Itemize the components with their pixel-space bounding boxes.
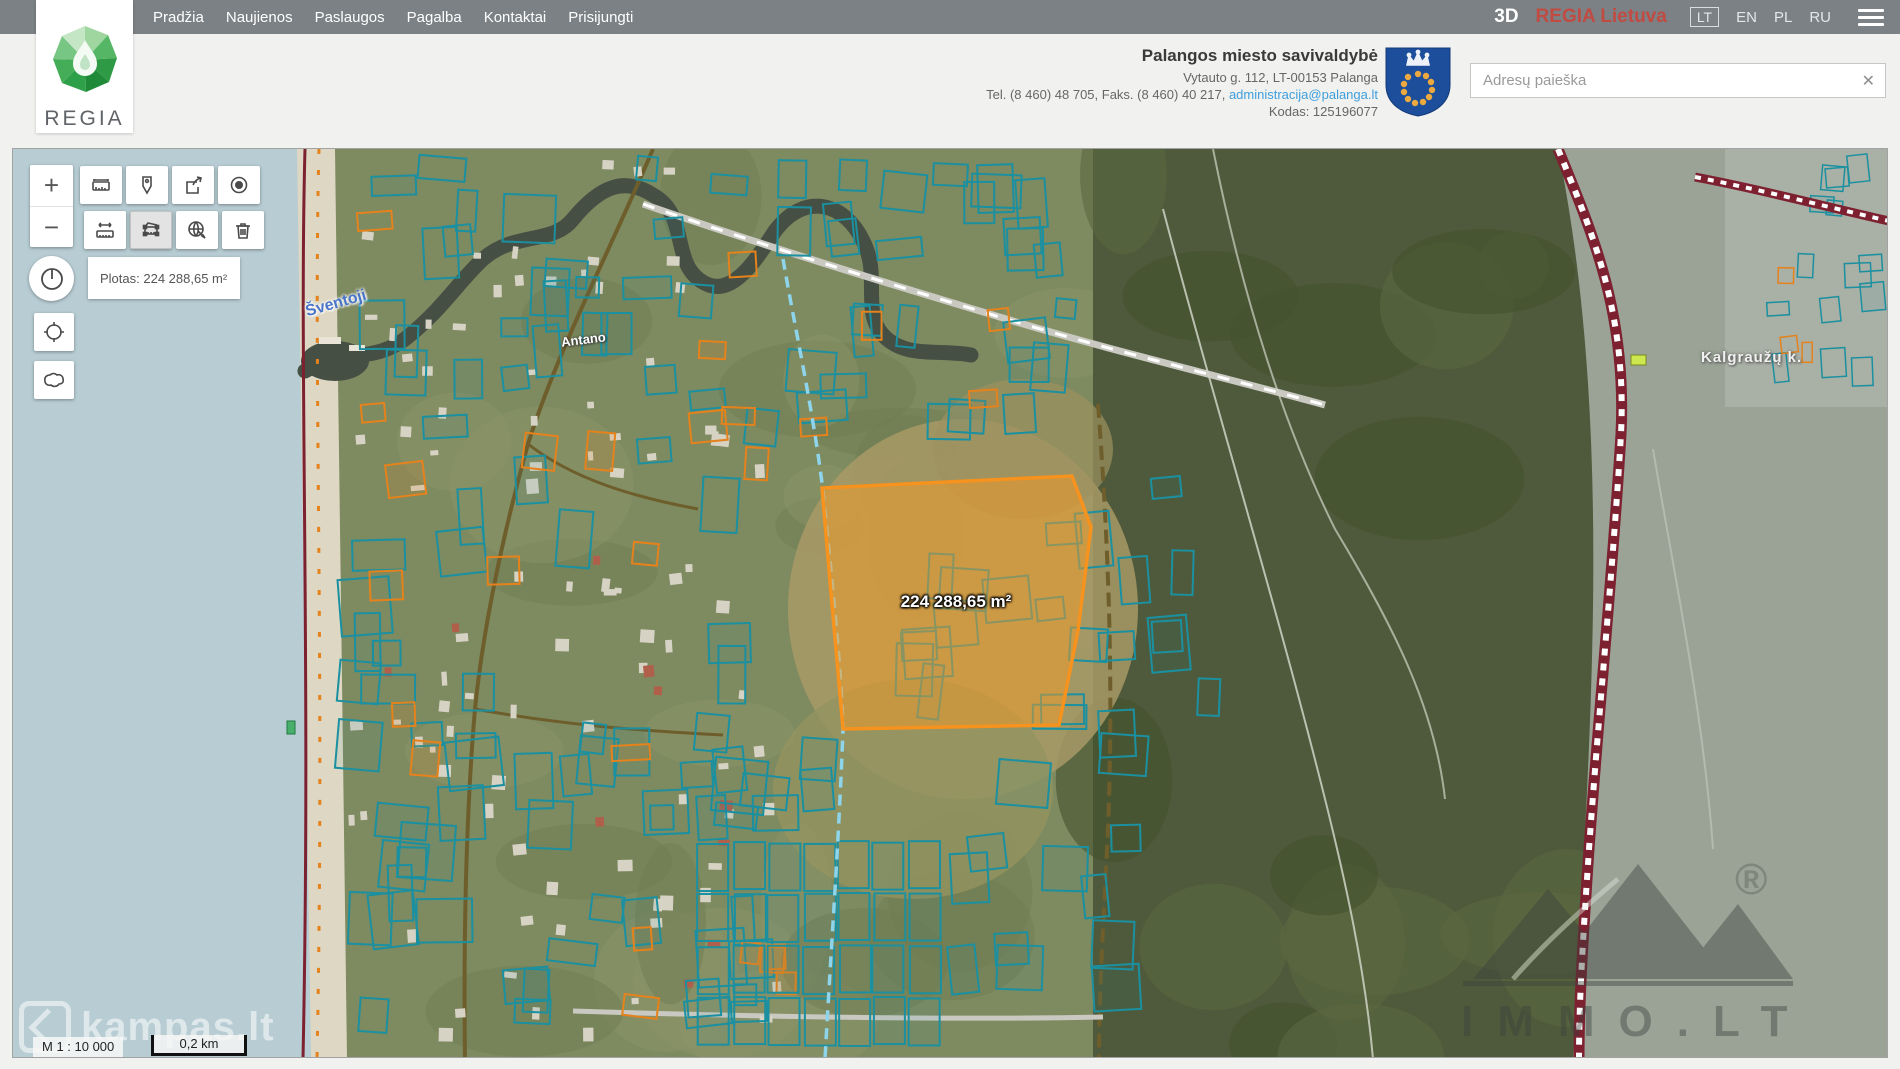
regia-logo-icon [49,24,121,98]
nav-naujienos[interactable]: Naujienos [226,9,293,26]
compass-reset-button[interactable] [29,256,74,301]
record-point-button[interactable] [218,166,260,204]
measure-area-button[interactable] [130,211,172,249]
zoom-panel: + − [30,165,73,247]
main-menu: Pradžia Naujienos Paslaugos Pagalba Kont… [153,0,633,34]
navbar-right: 3D REGIA Lietuva LT EN PL RU [1494,0,1884,34]
measure-distance-button[interactable] [84,211,126,249]
address-search: ✕ [1470,63,1886,98]
nav-paslaugos[interactable]: Paslaugos [315,9,385,26]
municipality-email-link[interactable]: administracija@palanga.lt [1229,87,1378,102]
municipality-address: Vytauto g. 112, LT-00153 Palanga [880,69,1378,86]
contacts-text: Tel. (8 460) 48 705, Faks. (8 460) 40 21… [986,87,1229,102]
map-scale-ratio: M 1 : 10 000 [33,1037,123,1057]
lithuania-extent-button[interactable] [34,361,74,399]
map-scale-bar: 0,2 km [151,1035,247,1056]
nav-pagalba[interactable]: Pagalba [407,9,462,26]
map-graphics [13,149,1888,1058]
zoom-out-button[interactable]: − [30,206,73,247]
lang-lt[interactable]: LT [1690,7,1719,27]
toolbar-row-2 [84,211,264,249]
zoom-in-button[interactable]: + [30,165,73,206]
menu-icon[interactable] [1858,9,1884,26]
regia-map-page: Pradžia Naujienos Paslaugos Pagalba Kont… [0,0,1900,1069]
regia-lietuva-link[interactable]: REGIA Lietuva [1536,6,1667,28]
search-clear-icon[interactable]: ✕ [1862,71,1875,91]
address-search-input[interactable] [1471,64,1851,97]
globe-select-button[interactable] [176,211,218,249]
palanga-coat-of-arms [1385,47,1451,117]
nav-pradzia[interactable]: Pradžia [153,9,204,26]
municipality-contacts: Tel. (8 460) 48 705, Faks. (8 460) 40 21… [880,86,1378,103]
municipality-name: Palangos miesto savivaldybė [880,46,1378,66]
top-navbar: Pradžia Naujienos Paslaugos Pagalba Kont… [0,0,1900,34]
marker-tool-button[interactable] [126,166,168,204]
map-canvas[interactable]: Šventoji Antano Kalgraužų k. 224 288,65 … [12,148,1888,1058]
nav-kontaktai[interactable]: Kontaktai [484,9,547,26]
municipality-code: Kodas: 125196077 [880,103,1378,120]
area-measurement-tooltip: Plotas: 224 288,65 m² [88,257,240,299]
nav-prisijungti[interactable]: Prisijungti [568,9,633,26]
lang-pl[interactable]: PL [1774,9,1792,26]
regia-logo-text: REGIA [36,107,133,131]
regia-logo[interactable]: REGIA [36,0,133,133]
view-3d-button[interactable]: 3D [1494,6,1518,28]
municipality-info: Palangos miesto savivaldybė Vytauto g. 1… [880,46,1378,120]
toolbar-row-1 [80,166,260,204]
selected-parcel[interactable] [822,476,1091,729]
locate-me-button[interactable] [34,313,74,351]
measure-tool-button[interactable] [80,166,122,204]
lang-en[interactable]: EN [1736,9,1757,26]
delete-tool-button[interactable] [222,211,264,249]
share-tool-button[interactable] [172,166,214,204]
lang-ru[interactable]: RU [1809,9,1831,26]
